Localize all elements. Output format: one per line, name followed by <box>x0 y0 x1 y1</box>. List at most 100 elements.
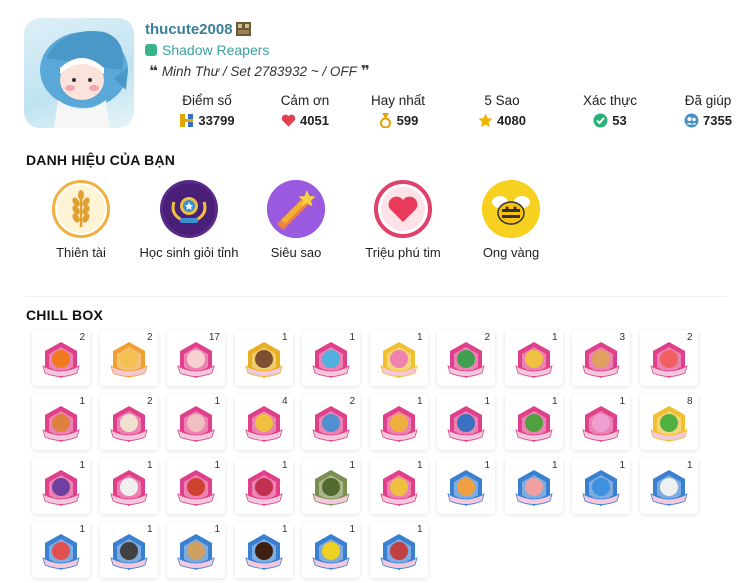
username[interactable]: thucute2008 <box>145 21 233 38</box>
title-item[interactable]: Triệu phú tim <box>348 180 458 261</box>
badge-cell[interactable]: 1 <box>437 394 495 450</box>
star-icon <box>478 113 493 128</box>
points-icon <box>180 114 194 127</box>
turtle-badge-icon <box>447 342 485 378</box>
badge-cell[interactable]: 1 <box>167 458 225 514</box>
badge-cell[interactable]: 1 <box>369 394 428 450</box>
cat-badge-icon <box>109 406 148 442</box>
title-item[interactable]: Thiên tài <box>26 180 136 261</box>
stat-thanks: Cảm ơn 4051 <box>270 93 340 128</box>
mooncake-badge-icon <box>109 342 148 378</box>
profile-header: thucute2008 Shadow Reapers ❝ Minh Thư / S… <box>24 16 734 136</box>
pikachu-badge-icon <box>312 534 350 570</box>
door-badge-icon <box>244 534 283 570</box>
badge-cell[interactable]: 1 <box>504 458 563 514</box>
badge-cell[interactable]: 1 <box>504 394 563 450</box>
badge-cell[interactable]: 1 <box>167 522 225 578</box>
chillbox-section-heading: CHILL BOX <box>26 307 103 323</box>
stat-points: Điểm số 33799 <box>172 93 242 128</box>
section-divider <box>26 296 726 297</box>
badge-cell[interactable]: 17 <box>167 330 225 386</box>
badge-cell[interactable]: 1 <box>234 330 293 386</box>
badge-cell[interactable]: 1 <box>504 330 563 386</box>
badge-cell[interactable]: 2 <box>639 330 698 386</box>
title-item[interactable]: Học sinh giỏi tỉnh <box>134 180 244 261</box>
badge-cell[interactable]: 2 <box>99 330 158 386</box>
avatar[interactable] <box>24 18 134 128</box>
scroll-badge-icon <box>177 534 215 570</box>
badge-cell[interactable]: 1 <box>572 394 630 450</box>
badge-cell[interactable]: 3 <box>572 330 630 386</box>
witch-hat-badge-icon <box>42 470 80 506</box>
title-label: Siêu sao <box>270 245 322 260</box>
badge-cell[interactable]: 1 <box>572 458 630 514</box>
badge-cell[interactable]: 1 <box>639 458 698 514</box>
stat-five-star: 5 Sao 4080 <box>462 93 542 128</box>
monkey-badge-icon <box>379 406 418 442</box>
mushroom-badge-icon <box>649 342 688 378</box>
shooting-star-icon <box>267 180 325 238</box>
pumpkin-badge-icon <box>42 342 80 378</box>
badge-cell[interactable]: 1 <box>369 522 428 578</box>
egg-badge-icon <box>177 342 215 378</box>
icecream-badge-icon <box>177 406 215 442</box>
badge-cell[interactable]: 1 <box>99 522 158 578</box>
stat-value: 33799 <box>198 113 235 128</box>
guild-icon <box>145 44 157 56</box>
verified-icon <box>593 113 608 128</box>
badge-cell[interactable]: 1 <box>369 458 428 514</box>
title-label: Triệu phú tim <box>365 245 441 260</box>
badge-cell[interactable]: 1 <box>32 458 90 514</box>
wheat-icon <box>52 180 110 238</box>
cube-badge-icon <box>42 534 80 570</box>
guild-link[interactable]: Shadow Reapers <box>145 42 269 58</box>
drumstick-badge-icon <box>42 406 80 442</box>
heart-icon <box>281 114 296 127</box>
title-item[interactable]: Ong vàng <box>456 180 566 261</box>
stat-value: 4051 <box>300 113 329 128</box>
badge-cell[interactable]: 1 <box>167 394 225 450</box>
spoon-badge-icon <box>582 342 620 378</box>
badge-cell[interactable]: 4 <box>234 394 293 450</box>
badge-cell[interactable]: 1 <box>234 522 293 578</box>
badge-cell[interactable]: 1 <box>234 458 293 514</box>
chef-badge-icon <box>649 470 688 506</box>
gift-badge-icon <box>582 406 620 442</box>
badge-cell[interactable]: 2 <box>32 330 90 386</box>
title-label: Thiên tài <box>56 245 106 260</box>
badge-cell[interactable]: 1 <box>302 522 360 578</box>
badge-cell[interactable]: 8 <box>639 394 698 450</box>
badge-cell[interactable]: 1 <box>32 522 90 578</box>
quote-close-icon: ❞ <box>360 63 370 80</box>
calculator-badge-icon <box>109 534 148 570</box>
badge-cell[interactable]: 2 <box>302 394 360 450</box>
stat-best: Hay nhất 599 <box>358 93 438 128</box>
badge-cell[interactable]: 2 <box>437 330 495 386</box>
ring-badge-icon <box>447 406 485 442</box>
stat-helped: Đã giúp 7355 <box>668 93 748 128</box>
status-message: Minh Thư / Set 2783932 ~ / OFF <box>161 64 357 79</box>
titles-list: Thiên tài Học sinh giỏi tỉnh Siêu sao Tr… <box>40 180 560 280</box>
stat-value: 4080 <box>497 113 526 128</box>
heart-icon <box>374 180 432 238</box>
avatar-image <box>40 31 128 128</box>
badge-cell[interactable]: 1 <box>302 458 360 514</box>
stats-row: Điểm số 33799 Cảm ơn 4051 Hay nhất 599 5… <box>172 93 750 133</box>
badge-cell[interactable]: 1 <box>302 330 360 386</box>
badge-cell[interactable]: 1 <box>99 458 158 514</box>
rank-badge-icon <box>236 22 251 36</box>
leaf-badge-icon <box>244 470 283 506</box>
badge-cell[interactable]: 1 <box>437 458 495 514</box>
bow-badge-icon <box>244 406 283 442</box>
robot-cat-badge-icon <box>582 470 620 506</box>
titles-section-heading: DANH HIỆU CỦA BẠN <box>26 152 176 168</box>
snowman-badge-icon <box>109 470 148 506</box>
badge-cell[interactable]: 1 <box>32 394 90 450</box>
title-item[interactable]: Siêu sao <box>241 180 351 261</box>
stat-value: 599 <box>396 113 419 128</box>
stat-verified: Xác thực 53 <box>570 93 650 128</box>
badge-cell[interactable]: 1 <box>369 330 428 386</box>
badge-cell[interactable]: 2 <box>99 394 158 450</box>
people-icon <box>684 113 699 128</box>
clover-badge-icon <box>649 406 688 442</box>
